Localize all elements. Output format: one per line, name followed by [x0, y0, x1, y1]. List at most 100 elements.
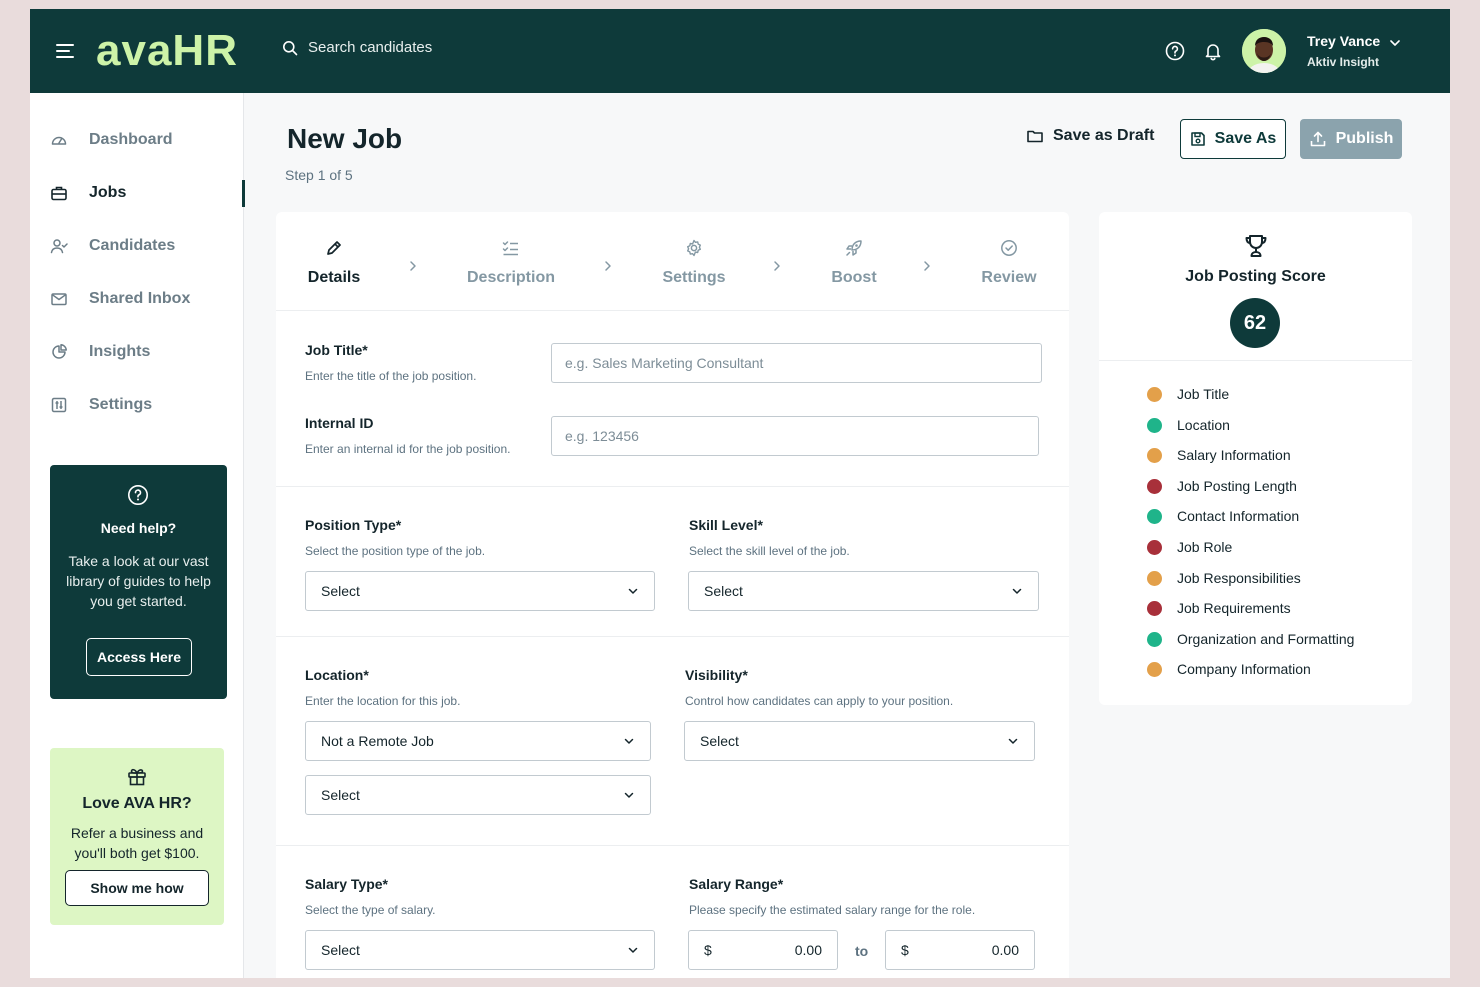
- step-label: Description: [466, 269, 555, 286]
- mail-icon: [51, 293, 67, 306]
- trophy-icon: [1245, 235, 1267, 257]
- salary-range-hint: Please specify the estimated salary rang…: [689, 903, 976, 917]
- criterion-item: Organization and Formatting: [1147, 631, 1354, 647]
- publish-button[interactable]: Publish: [1300, 119, 1402, 159]
- salary-type-value: Select: [321, 942, 360, 958]
- divider: [1099, 360, 1412, 361]
- sidebar-item-settings[interactable]: Settings: [50, 393, 152, 417]
- status-dot: [1147, 417, 1162, 433]
- list-check-icon: [463, 238, 559, 260]
- briefcase-icon: [51, 186, 67, 201]
- sidebar-item-candidates[interactable]: Candidates: [50, 234, 175, 258]
- sidebar-item-label: Jobs: [89, 184, 127, 201]
- question-circle-icon: [128, 485, 148, 505]
- upload-icon: [1310, 131, 1325, 147]
- step-label: Review: [981, 269, 1037, 286]
- chevron-right-icon: [410, 261, 416, 271]
- visibility-value: Select: [700, 733, 739, 749]
- internal-id-input[interactable]: e.g. 123456: [551, 416, 1039, 456]
- visibility-select[interactable]: Select: [684, 721, 1035, 761]
- help-card: Need help? Take a look at our vast libra…: [50, 465, 227, 699]
- step-details[interactable]: Details: [304, 238, 364, 287]
- position-type-select[interactable]: Select: [305, 571, 655, 611]
- score-title: Job Posting Score: [1185, 268, 1326, 285]
- sidebar-item-label: Settings: [89, 396, 153, 413]
- salary-min-input[interactable]: $ 0.00: [688, 930, 838, 970]
- skill-level-value: Select: [704, 583, 743, 599]
- sidebar-item-shared-inbox[interactable]: Shared Inbox: [50, 287, 190, 311]
- chevron-down-icon: [624, 792, 634, 798]
- save-as-draft-button[interactable]: Save as Draft: [1026, 127, 1154, 145]
- location-hint: Enter the location for this job.: [305, 694, 461, 708]
- location-value: Select: [321, 787, 360, 803]
- chevron-right-icon: [924, 261, 930, 271]
- job-title-placeholder: e.g. Sales Marketing Consultant: [565, 355, 764, 371]
- user-name[interactable]: Trey Vance: [1307, 33, 1380, 49]
- criterion-item: Salary Information: [1147, 447, 1291, 463]
- chevron-down-icon: [624, 738, 634, 744]
- search-bar[interactable]: Search candidates: [282, 39, 432, 56]
- criterion-item: Job Responsibilities: [1147, 570, 1301, 586]
- salary-type-hint: Select the type of salary.: [305, 903, 436, 917]
- criterion-label: Company Information: [1177, 661, 1311, 677]
- visibility-hint: Control how candidates can apply to your…: [685, 694, 954, 708]
- chevron-down-icon: [628, 588, 638, 594]
- sidebar-item-label: Dashboard: [89, 131, 173, 148]
- top-bar: avaHR Search candidates Trey Vance Aktiv…: [30, 9, 1450, 93]
- criterion-label: Job Responsibilities: [1177, 570, 1301, 586]
- criterion-label: Location: [1177, 417, 1230, 433]
- step-boost[interactable]: Boost: [826, 238, 882, 287]
- hamburger-menu-icon[interactable]: [56, 40, 80, 62]
- salary-max-input[interactable]: $ 0.00: [885, 930, 1035, 970]
- job-title-input[interactable]: e.g. Sales Marketing Consultant: [551, 343, 1042, 383]
- criterion-item: Job Role: [1147, 539, 1232, 555]
- search-icon: [283, 40, 298, 55]
- search-placeholder[interactable]: Search candidates: [308, 39, 432, 56]
- divider: [276, 486, 1069, 487]
- sidebar-item-dashboard[interactable]: Dashboard: [50, 128, 173, 152]
- criterion-item: Job Posting Length: [1147, 478, 1297, 494]
- step-review[interactable]: Review: [976, 238, 1042, 287]
- save-as-button[interactable]: Save As: [1180, 119, 1286, 159]
- step-settings[interactable]: Settings: [658, 238, 730, 287]
- bell-icon[interactable]: [1202, 40, 1224, 62]
- salary-min-value: 0.00: [794, 942, 822, 958]
- status-dot: [1147, 478, 1162, 494]
- criterion-label: Contact Information: [1177, 508, 1300, 524]
- currency-symbol: $: [704, 942, 712, 958]
- user-organization: Aktiv Insight: [1307, 55, 1380, 69]
- criterion-item: Location: [1147, 417, 1230, 433]
- access-here-button[interactable]: Access Here: [86, 638, 192, 676]
- internal-id-hint: Enter an internal id for the job positio…: [305, 442, 511, 456]
- user-avatar[interactable]: [1242, 29, 1286, 73]
- location-select[interactable]: Select: [305, 775, 651, 815]
- criterion-label: Job Role: [1177, 539, 1233, 555]
- rocket-icon: [826, 238, 882, 260]
- status-dot: [1147, 386, 1162, 402]
- sidebar-item-insights[interactable]: Insights: [50, 340, 150, 364]
- sidebar-item-label: Shared Inbox: [89, 290, 191, 307]
- step-label: Details: [307, 269, 361, 286]
- gift-icon: [128, 768, 146, 786]
- internal-id-label: Internal ID: [305, 415, 374, 431]
- internal-id-placeholder: e.g. 123456: [565, 428, 639, 444]
- step-description[interactable]: Description: [463, 238, 559, 287]
- step-indicator: Step 1 of 5: [285, 167, 353, 183]
- pie-chart-icon: [52, 344, 67, 359]
- chevron-down-icon[interactable]: [1388, 36, 1402, 50]
- folder-icon: [1027, 130, 1043, 143]
- app-frame: avaHR Search candidates Trey Vance Aktiv…: [30, 9, 1450, 978]
- remote-option-select[interactable]: Not a Remote Job: [305, 721, 651, 761]
- app-logo[interactable]: avaHR: [96, 25, 238, 77]
- referral-card: Love AVA HR? Refer a business and you'll…: [50, 748, 224, 925]
- skill-level-select[interactable]: Select: [688, 571, 1039, 611]
- show-me-how-button[interactable]: Show me how: [65, 870, 209, 906]
- help-icon[interactable]: [1164, 40, 1186, 62]
- criterion-item: Job Requirements: [1147, 600, 1291, 616]
- sidebar-item-jobs[interactable]: Jobs: [50, 181, 126, 205]
- status-dot: [1147, 539, 1162, 555]
- salary-type-select[interactable]: Select: [305, 930, 655, 970]
- status-dot: [1147, 600, 1162, 616]
- criterion-item: Job Title: [1147, 386, 1229, 402]
- divider: [276, 636, 1069, 637]
